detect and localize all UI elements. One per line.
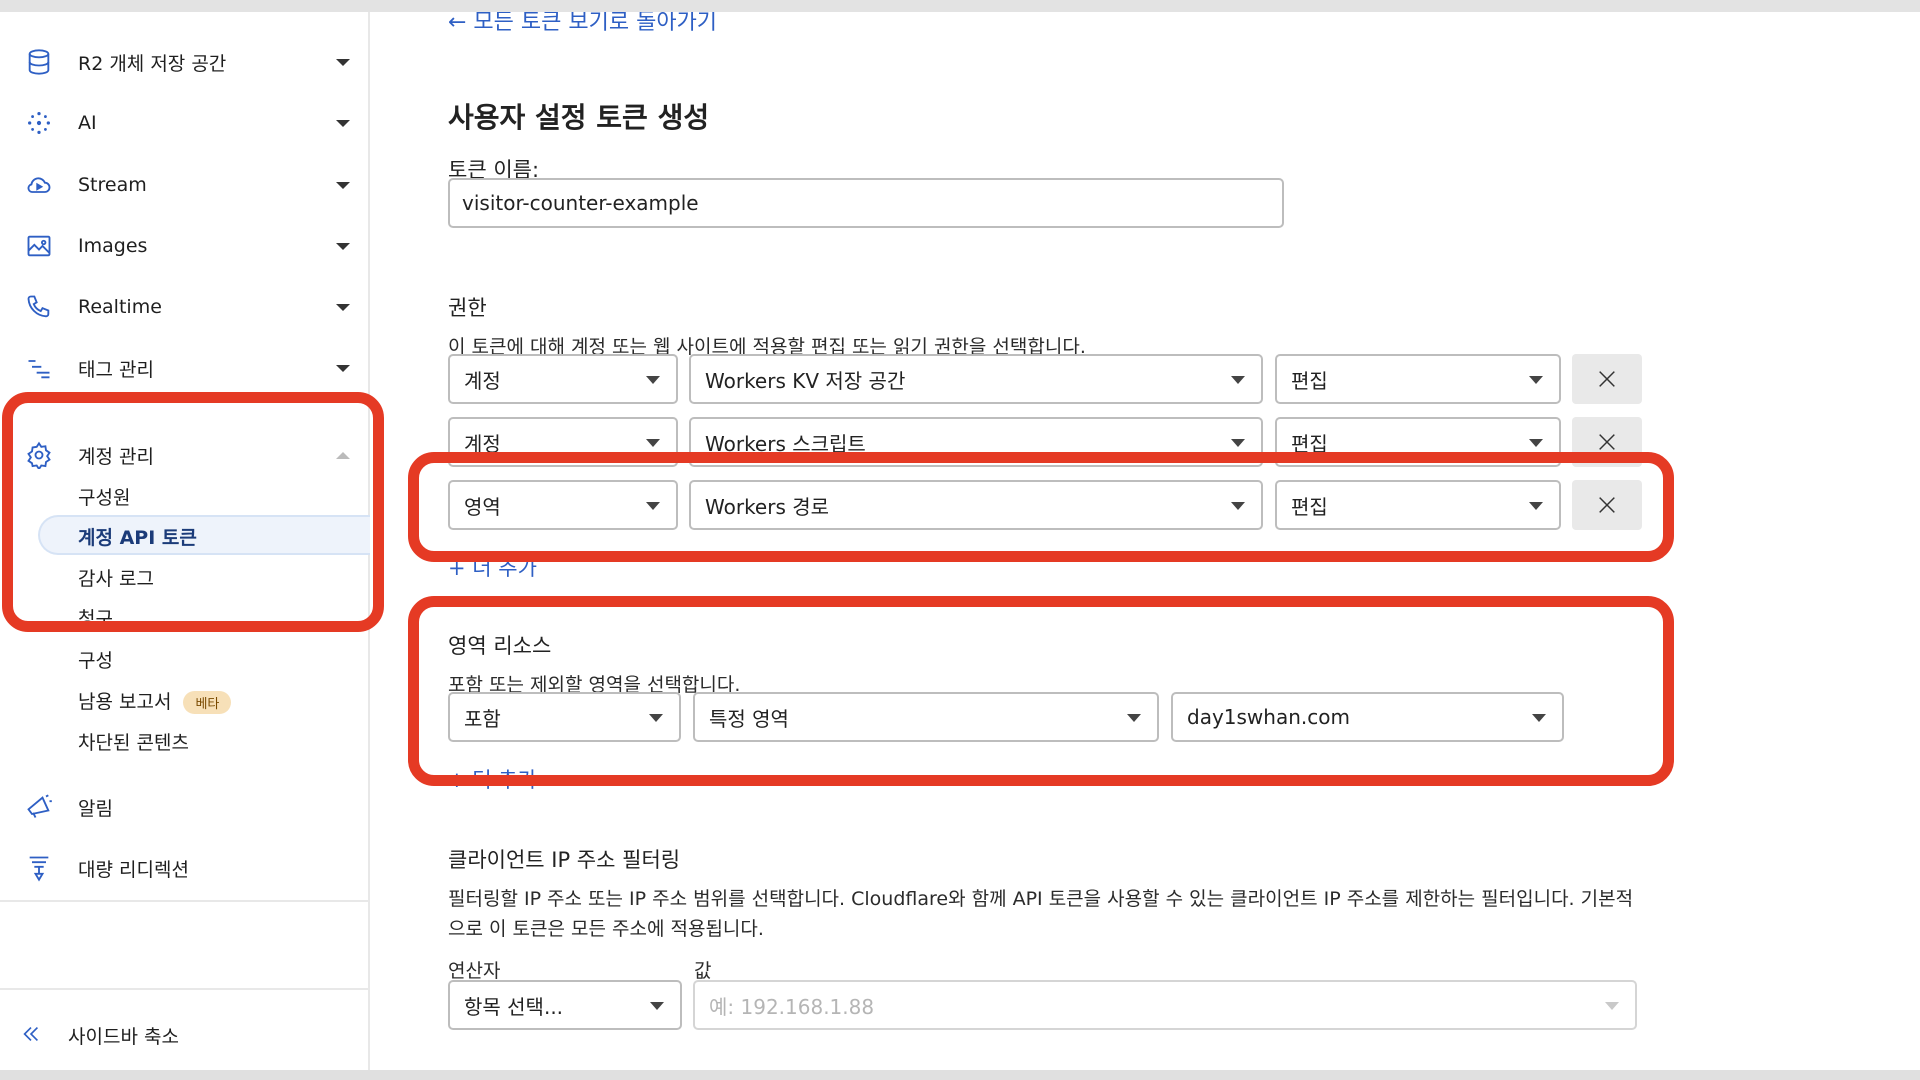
ip-filter-heading: 클라이언트 IP 주소 필터링 <box>448 848 681 872</box>
beta-badge: 베타 <box>183 691 232 714</box>
sidebar-item-notifications[interactable]: 알림 <box>0 782 370 832</box>
sidebar-item-label: Stream <box>78 174 147 196</box>
page-title: 사용자 설정 토큰 생성 <box>448 101 710 134</box>
dropdown-arrow-icon <box>1231 376 1245 384</box>
ip-filter-help-line1: 필터링할 IP 주소 또는 IP 주소 범위를 선택합니다. Cloudflar… <box>448 888 1634 910</box>
sidebar-item-label: R2 개체 저장 공간 <box>78 52 227 75</box>
sidebar-item-label: 대량 리디렉션 <box>78 858 189 881</box>
permission-scope-select[interactable]: 계정 <box>448 354 678 404</box>
dropdown-arrow-icon <box>650 1002 664 1010</box>
sparkle-icon <box>24 108 54 138</box>
sidebar-item-label: AI <box>78 112 97 134</box>
double-chevron-left-icon <box>20 1023 42 1049</box>
select-value: 편집 <box>1291 368 1328 393</box>
ip-value-select[interactable]: 예: 192.168.1.88 <box>693 980 1637 1030</box>
dropdown-arrow-icon <box>1529 376 1543 384</box>
close-icon <box>1599 371 1615 387</box>
funnel-icon <box>24 853 54 883</box>
sidebar-divider <box>0 988 370 990</box>
image-icon <box>24 231 54 261</box>
sidebar-item-r2[interactable]: R2 개체 저장 공간 <box>0 37 370 87</box>
sub-item-label: 남용 보고서 <box>78 691 172 713</box>
token-name-input[interactable] <box>448 178 1284 228</box>
permission-level-select[interactable]: 편집 <box>1275 354 1561 404</box>
select-placeholder: 예: 192.168.1.88 <box>709 994 875 1019</box>
dropdown-arrow-icon <box>1529 439 1543 447</box>
permissions-heading: 권한 <box>448 296 487 320</box>
chevron-down-icon <box>336 58 350 66</box>
operator-select[interactable]: 항목 선택... <box>448 980 682 1030</box>
dropdown-arrow-icon <box>1231 439 1245 447</box>
select-value: Workers KV 저장 공간 <box>705 368 906 393</box>
dropdown-arrow-icon <box>646 376 660 384</box>
phone-icon <box>24 292 54 322</box>
sidebar-item-tag-management[interactable]: 태그 관리 <box>0 343 370 393</box>
sidebar-item-bulk-redirects[interactable]: 대량 리디렉션 <box>0 843 370 893</box>
select-value: 계정 <box>464 368 501 393</box>
back-to-tokens-link[interactable]: ← 모든 토큰 보기로 돌아가기 <box>448 12 717 36</box>
chevron-down-icon <box>336 364 350 372</box>
database-icon <box>24 47 54 77</box>
select-value: 항목 선택... <box>464 994 564 1019</box>
sidebar-subitem-blocked-content[interactable]: 차단된 콘텐츠 <box>78 728 189 755</box>
sidebar-item-label: 태그 관리 <box>78 358 154 381</box>
chevron-down-icon <box>336 303 350 311</box>
ip-filter-help-line2: 으로 이 토큰은 모든 주소에 적용됩니다. <box>448 918 764 940</box>
sidebar-item-ai[interactable]: AI <box>0 98 370 148</box>
sidebar-subitem-abuse-reports[interactable]: 남용 보고서 베타 <box>78 687 232 714</box>
cloud-play-icon <box>24 170 54 200</box>
dropdown-arrow-icon <box>646 439 660 447</box>
top-strip <box>0 0 1920 12</box>
operator-label: 연산자 <box>448 960 501 982</box>
collapse-sidebar-button[interactable]: 사이드바 축소 <box>20 1022 179 1049</box>
chevron-down-icon <box>336 181 350 189</box>
value-label: 값 <box>694 960 712 982</box>
megaphone-icon <box>24 792 54 822</box>
list-icon <box>24 353 54 383</box>
chevron-down-icon <box>336 119 350 127</box>
highlight-account-menu <box>2 392 384 632</box>
sidebar-divider <box>0 900 370 902</box>
sidebar-item-stream[interactable]: Stream <box>0 160 370 210</box>
app-frame: R2 개체 저장 공간 AI Stream Images Realtime 태그… <box>0 12 1920 1070</box>
sidebar-item-label: Images <box>78 235 148 257</box>
sidebar-item-label: Realtime <box>78 296 162 318</box>
remove-permission-button[interactable] <box>1572 354 1642 404</box>
collapse-label: 사이드바 축소 <box>68 1026 179 1048</box>
dropdown-arrow-icon <box>1605 1002 1619 1010</box>
chevron-down-icon <box>336 242 350 250</box>
sidebar-item-label: 알림 <box>78 797 113 820</box>
bottom-strip <box>0 1070 1920 1080</box>
close-icon <box>1599 434 1615 450</box>
highlight-zone-resources <box>408 596 1674 786</box>
sidebar-item-images[interactable]: Images <box>0 221 370 271</box>
permission-resource-select[interactable]: Workers KV 저장 공간 <box>689 354 1263 404</box>
sidebar-item-realtime[interactable]: Realtime <box>0 282 370 332</box>
highlight-workers-route-row <box>408 452 1674 562</box>
sidebar-subitem-config[interactable]: 구성 <box>78 646 113 673</box>
